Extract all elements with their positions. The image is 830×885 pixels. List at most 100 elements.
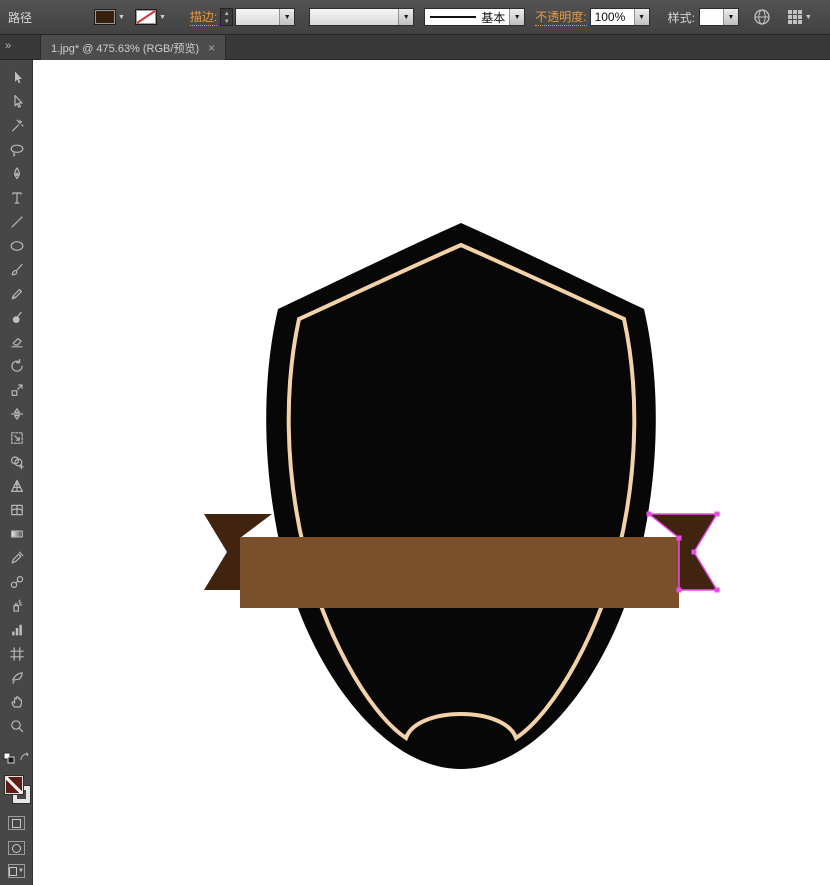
- screen-mode-icon: [9, 867, 17, 876]
- draw-mode-button[interactable]: [8, 841, 25, 855]
- default-colors-icon[interactable]: [3, 752, 15, 764]
- hand-icon: [9, 694, 25, 710]
- free-transform-tool[interactable]: [0, 426, 33, 450]
- rotate-tool[interactable]: [0, 354, 33, 378]
- anchor-point[interactable]: [677, 536, 682, 541]
- type-tool[interactable]: [0, 186, 33, 210]
- opacity-combo[interactable]: 100% ▼: [590, 8, 650, 26]
- stroke-color-control[interactable]: ▼: [135, 9, 166, 25]
- shape-builder-tool[interactable]: [0, 450, 33, 474]
- gradient-icon: [9, 526, 25, 542]
- width-tool[interactable]: [0, 402, 33, 426]
- pencil-icon: [9, 286, 25, 302]
- column-graph-tool[interactable]: [0, 618, 33, 642]
- shape-builder-icon: [9, 454, 25, 470]
- swap-colors-icon[interactable]: [19, 752, 30, 763]
- ribbon-banner[interactable]: [240, 537, 679, 608]
- width-profile-combo[interactable]: ▼: [309, 8, 414, 26]
- stepper-up-icon[interactable]: ▲: [224, 10, 230, 18]
- canvas-area[interactable]: [33, 60, 830, 885]
- close-icon[interactable]: ×: [208, 42, 215, 54]
- chevron-down-icon[interactable]: ▼: [279, 9, 294, 25]
- column-graph-icon: [9, 622, 25, 638]
- opacity-value[interactable]: 100%: [591, 9, 634, 25]
- gradient-tool[interactable]: [0, 522, 33, 546]
- brush-definition-combo[interactable]: 基本 ▼: [424, 8, 525, 26]
- hand-tool[interactable]: [0, 690, 33, 714]
- fill-stroke-indicator[interactable]: [0, 774, 33, 812]
- mesh-icon: [9, 502, 25, 518]
- anchor-point[interactable]: [677, 588, 682, 593]
- opacity-label[interactable]: 不透明度:: [535, 8, 586, 26]
- style-label: 样式:: [668, 9, 695, 26]
- blend-icon: [9, 574, 25, 590]
- direct-selection-icon: [9, 94, 25, 110]
- stroke-none-swatch[interactable]: [135, 9, 157, 25]
- anchor-point[interactable]: [647, 512, 652, 517]
- width-icon: [9, 406, 25, 422]
- lasso-icon: [9, 142, 25, 158]
- arrange-documents-icon[interactable]: ▼: [787, 9, 812, 25]
- stroke-weight-stepper[interactable]: ▲ ▼: [220, 8, 233, 26]
- pen-tool[interactable]: [0, 162, 33, 186]
- chevron-down-icon: ▼: [805, 14, 812, 21]
- chevron-down-icon[interactable]: ▼: [723, 9, 738, 25]
- lasso-tool[interactable]: [0, 138, 33, 162]
- blend-tool[interactable]: [0, 570, 33, 594]
- paintbrush-tool[interactable]: [0, 258, 33, 282]
- eraser-icon: [9, 334, 25, 350]
- line-segment-tool[interactable]: [0, 210, 33, 234]
- blob-brush-tool[interactable]: [0, 306, 33, 330]
- color-mode-icon: [12, 819, 21, 828]
- symbol-sprayer-tool[interactable]: [0, 594, 33, 618]
- anchor-point[interactable]: [715, 512, 720, 517]
- ellipse-icon: [9, 238, 25, 254]
- fill-indicator-swatch[interactable]: [5, 776, 23, 794]
- zoom-tool[interactable]: [0, 714, 33, 738]
- artboard-tool[interactable]: [0, 642, 33, 666]
- style-combo[interactable]: ▼: [699, 8, 739, 26]
- chevron-down-icon: ▼: [159, 14, 166, 21]
- scale-tool[interactable]: [0, 378, 33, 402]
- style-value[interactable]: [700, 9, 723, 25]
- selection-icon: [9, 70, 25, 86]
- eyedropper-tool[interactable]: [0, 546, 33, 570]
- selection-tool[interactable]: [0, 66, 33, 90]
- width-profile-value[interactable]: [310, 9, 398, 25]
- stroke-weight-combo[interactable]: ▼: [235, 8, 295, 26]
- stroke-weight-label[interactable]: 描边:: [190, 8, 217, 26]
- chevron-down-icon[interactable]: ▼: [509, 9, 524, 25]
- artboard[interactable]: [33, 60, 830, 885]
- mesh-tool[interactable]: [0, 498, 33, 522]
- magic-wand-icon: [9, 118, 25, 134]
- slice-tool[interactable]: [0, 666, 33, 690]
- rotate-icon: [9, 358, 25, 374]
- chevron-down-icon[interactable]: ▼: [634, 9, 649, 25]
- stroke-weight-value[interactable]: [236, 9, 279, 25]
- document-tab[interactable]: 1.jpg* @ 475.63% (RGB/预览) ×: [40, 35, 226, 60]
- magic-wand-tool[interactable]: [0, 114, 33, 138]
- eraser-tool[interactable]: [0, 330, 33, 354]
- screen-mode-button[interactable]: ▼: [8, 864, 25, 878]
- fill-color-swatch[interactable]: [94, 9, 116, 25]
- chevron-down-icon: ▼: [18, 868, 24, 874]
- stroke-preview-icon: [429, 14, 477, 20]
- blob-brush-icon: [9, 310, 25, 326]
- chevron-down-icon[interactable]: ▼: [398, 9, 413, 25]
- anchor-point[interactable]: [715, 588, 720, 593]
- pencil-tool[interactable]: [0, 282, 33, 306]
- scale-icon: [9, 382, 25, 398]
- direct-selection-tool[interactable]: [0, 90, 33, 114]
- control-bar: 路径 ▼ ▼ 描边: ▲ ▼ ▼ ▼ 基本 ▼ 不透明度: 10: [0, 0, 830, 35]
- free-transform-icon: [9, 430, 25, 446]
- perspective-grid-tool[interactable]: [0, 474, 33, 498]
- stepper-down-icon[interactable]: ▼: [224, 18, 230, 26]
- document-tab-title: 1.jpg* @ 475.63% (RGB/预览): [51, 40, 199, 56]
- color-mode-button[interactable]: [8, 816, 25, 830]
- fill-color-control[interactable]: ▼: [94, 9, 125, 25]
- globe-icon[interactable]: [753, 8, 771, 26]
- pen-icon: [9, 166, 25, 182]
- ellipse-tool[interactable]: [0, 234, 33, 258]
- toolbar-collapse-chevrons[interactable]: »: [5, 40, 10, 52]
- anchor-point[interactable]: [692, 550, 697, 555]
